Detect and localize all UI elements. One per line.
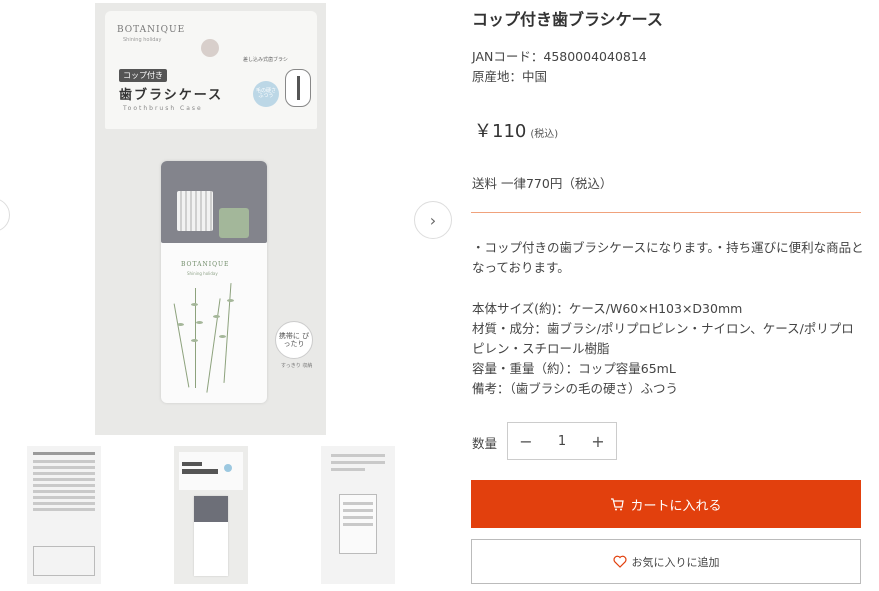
thumbnail-back-label[interactable] [321, 446, 395, 584]
product-description: ・コップ付きの歯ブラシケースになります。・持ち運びに便利な商品となっております。 [472, 240, 864, 275]
product-specs: 本体サイズ(約)：ケース/W60×H103×D30mm 材質・成分：歯ブラシ/ポ… [472, 299, 864, 399]
mini-lid [194, 496, 228, 522]
label-line [343, 502, 373, 505]
cup-subtitle: Shining holiday [187, 271, 218, 276]
quantity-minus-button[interactable]: − [518, 432, 534, 451]
quantity-value[interactable]: 1 [558, 434, 566, 449]
package-english: Toothbrush Case [123, 105, 203, 112]
product-title: コップ付き歯ブラシケース [472, 10, 663, 29]
add-to-favorites-label: お気に入りに追加 [631, 555, 720, 569]
label-line [33, 508, 95, 511]
label-line [343, 509, 373, 512]
mini-title [182, 469, 218, 474]
leaf [191, 303, 198, 306]
label-line [331, 454, 385, 457]
add-to-cart-button[interactable]: カートに入れる [471, 480, 861, 528]
hardness-badge: 毛の硬さ ふつう [253, 81, 279, 107]
add-to-favorites-button[interactable]: お気に入りに追加 [471, 539, 861, 584]
toothbrush-icon [285, 69, 311, 107]
leaf [196, 321, 203, 324]
spec-note: 備考：（歯ブラシの毛の硬さ）ふつう [472, 381, 679, 396]
leaf [177, 323, 184, 326]
thumbnail-back-view[interactable] [27, 446, 101, 584]
label-line [343, 516, 373, 519]
add-to-cart-label: カートに入れる [630, 498, 722, 514]
spec-material: 材質・成分：歯ブラシ/ポリプロピレン・ナイロン、ケース/ポリプロピレン・スチロー… [472, 321, 854, 356]
divider [471, 212, 861, 213]
label-line [33, 466, 95, 469]
quantity-stepper: − 1 + [507, 422, 617, 460]
leaf [191, 339, 198, 342]
cup-brand: BOTANIQUE [181, 261, 230, 268]
toothbrush-handle [219, 208, 249, 238]
label-line [33, 460, 95, 463]
label-line [33, 472, 95, 475]
price-value: ￥110 [474, 121, 527, 142]
label-line [33, 496, 95, 499]
origin: 原産地：中国 [472, 69, 548, 84]
mini-tag [182, 462, 202, 466]
package-note: 差し込み式歯ブラシ [243, 57, 288, 63]
leaf [227, 299, 234, 302]
label-line [33, 478, 95, 481]
mini-badge [224, 464, 232, 472]
chevron-right-icon: › [429, 210, 437, 230]
toothbrush-bristles [177, 191, 213, 231]
label-line [33, 452, 95, 455]
label-line [331, 468, 365, 471]
label-line [33, 484, 95, 487]
next-image-button[interactable]: › [414, 201, 452, 239]
quantity-label: 数量 [472, 436, 498, 451]
package-name: 歯ブラシケース [119, 88, 224, 103]
heart-icon [612, 555, 627, 568]
leaf [213, 315, 220, 318]
price-tax: (税込) [530, 129, 559, 140]
label-line [33, 502, 95, 505]
spec-capacity: 容量・重量（約）：コップ容量65mL [472, 361, 676, 376]
label-line [343, 523, 373, 526]
package-tag: コップ付き [119, 69, 167, 82]
spec-size: 本体サイズ(約)：ケース/W60×H103×D30mm [472, 301, 743, 316]
portable-bubble: 携帯に ぴったり [275, 321, 313, 359]
main-product-image: BOTANIQUE Shining holiday 差し込み式歯ブラシ コップ付… [95, 3, 326, 435]
package-subtitle: Shining holiday [123, 37, 162, 43]
price: ￥110 (税込) [474, 117, 558, 143]
leaf [219, 335, 226, 338]
quantity-plus-button[interactable]: + [590, 432, 606, 451]
thumbnail-front-view[interactable] [174, 446, 248, 584]
label-line [33, 490, 95, 493]
package-brand: BOTANIQUE [117, 25, 186, 35]
jan-code: JANコード：4580004040814 [472, 49, 647, 64]
bubble-note: すっきり 収納 [281, 363, 313, 369]
shipping-info: 送料 一律770円（税込） [472, 176, 613, 191]
label-table [33, 546, 95, 576]
cart-icon [611, 497, 625, 510]
prev-image-button[interactable] [0, 198, 10, 232]
package-card: BOTANIQUE Shining holiday 差し込み式歯ブラシ コップ付… [105, 11, 317, 129]
hang-hole [201, 39, 219, 57]
label-line [331, 461, 385, 464]
